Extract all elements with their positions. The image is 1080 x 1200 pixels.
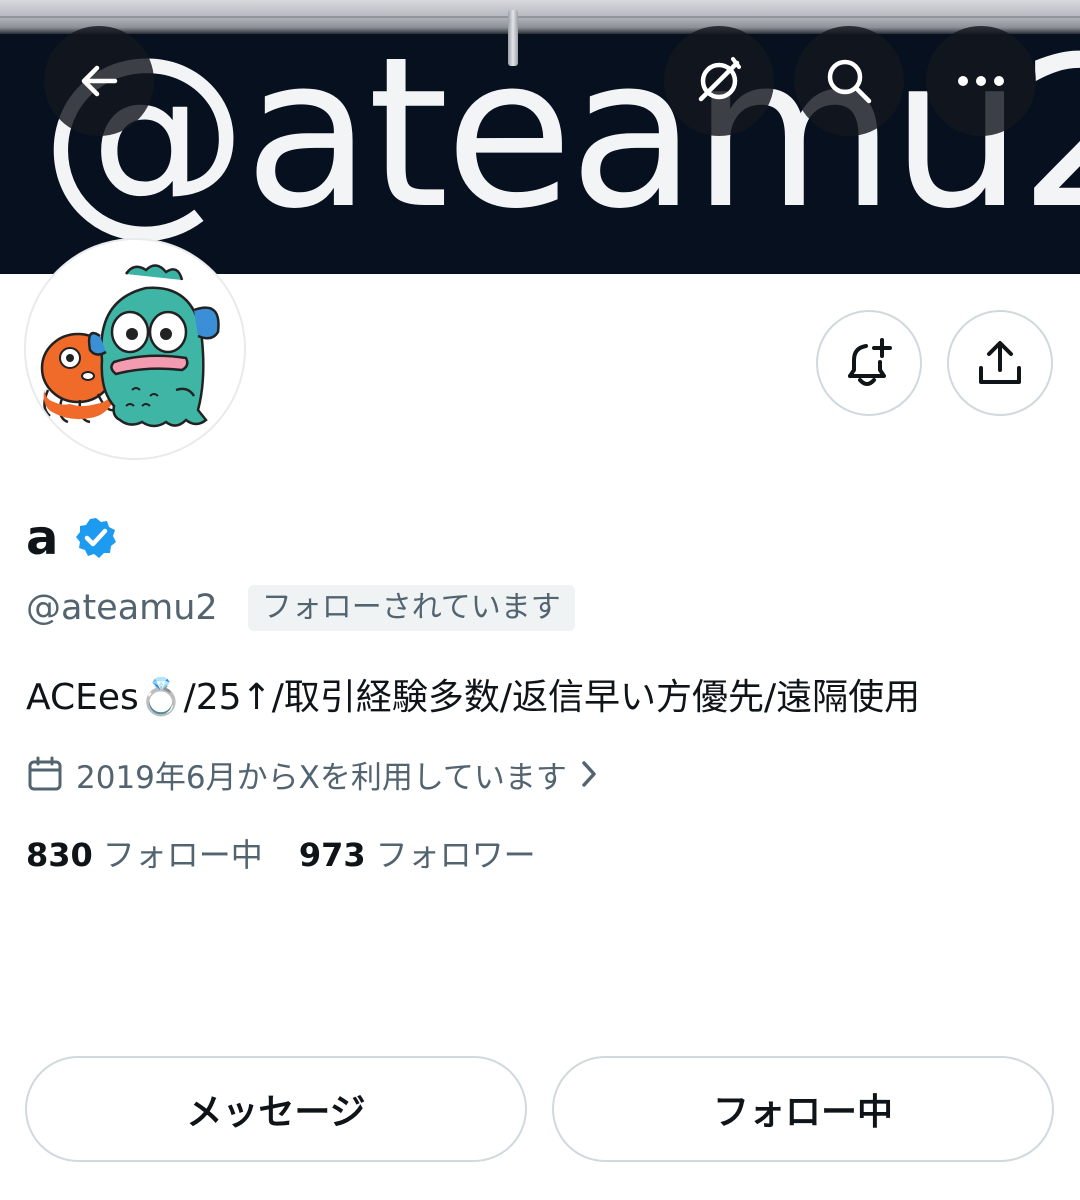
follows-you-badge: フォローされています <box>247 585 575 631</box>
message-button[interactable]: メッセージ <box>25 1056 527 1162</box>
back-button[interactable] <box>44 26 154 136</box>
joined-date-row[interactable]: 2019年6月からXを利用しています <box>26 750 599 798</box>
more-button[interactable] <box>926 26 1036 136</box>
following-count: 830 <box>26 836 93 874</box>
display-name-text: a <box>26 510 59 566</box>
handle-row: @ateamu2 フォローされています <box>26 584 575 632</box>
following-button[interactable]: フォロー中 <box>552 1056 1054 1162</box>
followers-label: フォロワー <box>375 836 536 874</box>
grok-button[interactable] <box>664 26 774 136</box>
search-icon <box>827 59 872 104</box>
avatar[interactable] <box>24 238 246 460</box>
chevron-right-icon <box>582 761 596 787</box>
follow-stats: 830 フォロー中 973 フォロワー <box>26 830 536 876</box>
arrow-left-icon <box>81 65 118 97</box>
profile-banner[interactable]: @ateamu2 <box>0 0 1080 274</box>
slashed-circle-icon <box>698 57 741 102</box>
profile-bio: ACEes💍/25↑/取引経験多数/返信早い方優先/遠隔使用 <box>26 677 921 718</box>
username-handle: @ateamu2 <box>26 588 218 628</box>
verified-badge-icon[interactable] <box>74 516 118 560</box>
share-icon <box>979 341 1021 384</box>
search-button[interactable] <box>794 26 904 136</box>
avatar-character-image <box>40 264 220 428</box>
joined-date-text: 2019年6月からXを利用しています <box>76 759 567 796</box>
followers-stat[interactable]: 973 フォロワー <box>299 830 536 876</box>
banner-text: @ateamu2 <box>40 13 1080 255</box>
followers-count: 973 <box>298 836 366 874</box>
display-name: a <box>26 510 118 566</box>
notifications-button[interactable] <box>816 310 922 416</box>
bell-plus-icon <box>848 338 892 386</box>
share-button[interactable] <box>947 310 1053 416</box>
following-label: フォロー中 <box>102 836 263 874</box>
calendar-icon <box>28 756 62 791</box>
more-horizontal-icon <box>958 76 1004 86</box>
following-stat[interactable]: 830 フォロー中 <box>26 830 263 876</box>
